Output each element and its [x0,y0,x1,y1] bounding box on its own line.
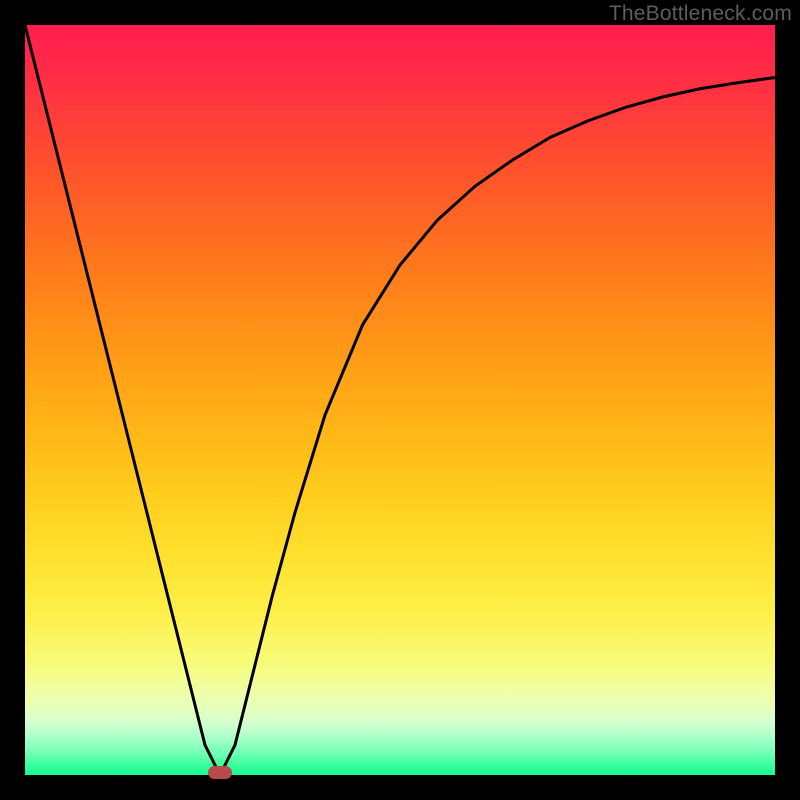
watermark-text: TheBottleneck.com [609,2,792,26]
bottleneck-curve [25,25,775,775]
minimum-marker [208,766,232,779]
curve-line [25,25,775,775]
chart-container: TheBottleneck.com [0,0,800,800]
